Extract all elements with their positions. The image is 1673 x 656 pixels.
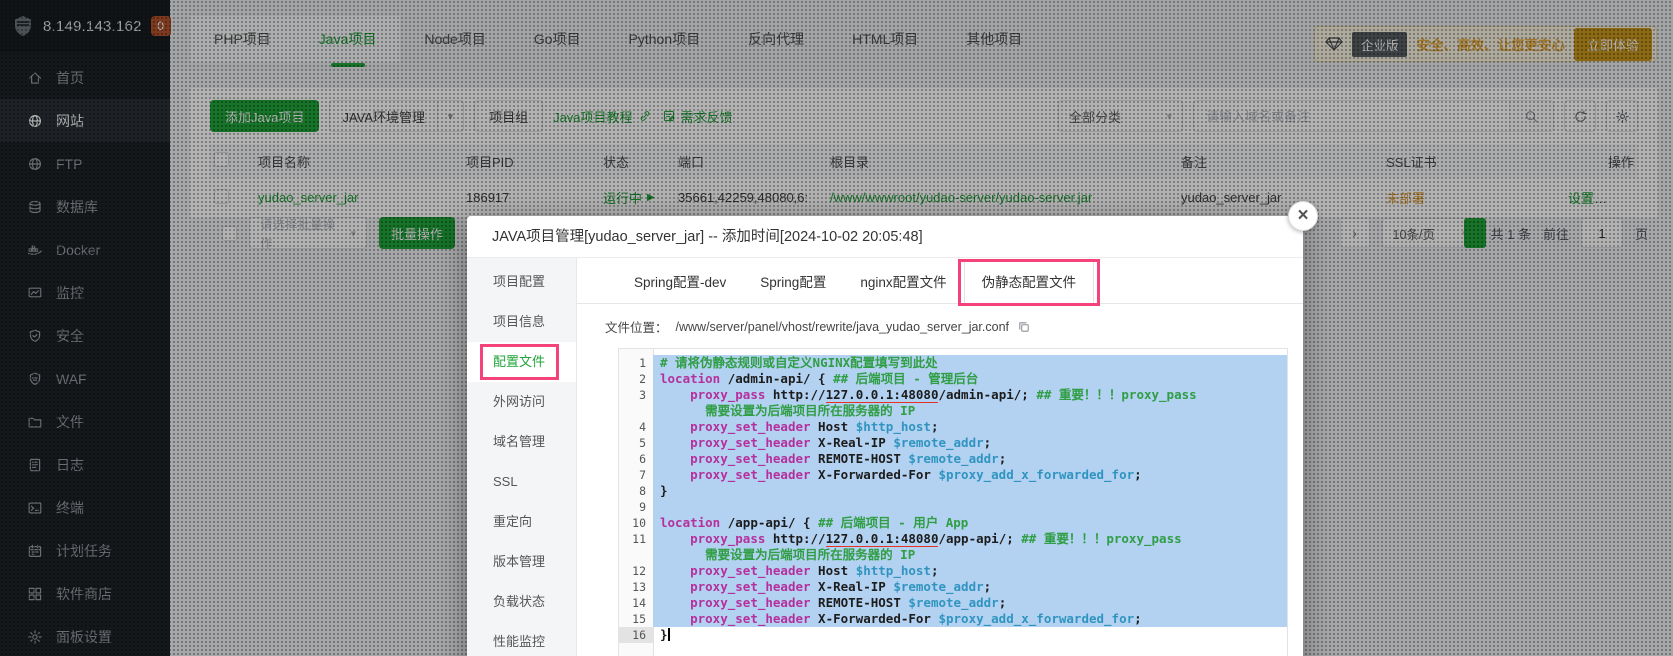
code-line: 需要设置为后端项目所在服务器的 IP: [619, 547, 1287, 563]
modal-tab-spring-dev[interactable]: Spring配置-dev: [617, 258, 743, 304]
line-number: 11: [619, 531, 653, 547]
modal-content: Spring配置-devSpring配置nginx配置文件伪静态配置文件 文件位…: [577, 258, 1303, 656]
line-number: 9: [619, 499, 653, 515]
code-lines: 1# 请将伪静态规则或自定义NGINX配置填写到此处2location /adm…: [619, 349, 1287, 643]
code-line: 16}: [619, 627, 1287, 643]
code-text: [653, 499, 1287, 515]
modal-menu-item-project-config[interactable]: 项目配置: [467, 262, 576, 302]
code-text: proxy_pass http://127.0.0.1:48080/admin-…: [653, 387, 1287, 403]
modal-menu-item-external-access[interactable]: 外网访问: [467, 382, 576, 422]
code-text: proxy_set_header Host $http_host;: [653, 563, 1287, 579]
code-line: 10location /app-api/ { ## 后端项目 - 用户 App: [619, 515, 1287, 531]
code-line: 5 proxy_set_header X-Real-IP $remote_add…: [619, 435, 1287, 451]
modal-menu-item-perf-monitor[interactable]: 性能监控: [467, 622, 576, 656]
modal-body: 项目配置项目信息配置文件外网访问域名管理SSL重定向版本管理负载状态性能监控 S…: [467, 258, 1303, 656]
line-number: 1: [619, 355, 653, 371]
modal-menu-item-version-manage[interactable]: 版本管理: [467, 542, 576, 582]
line-number: 3: [619, 387, 653, 403]
code-line: 1# 请将伪静态规则或自定义NGINX配置填写到此处: [619, 355, 1287, 371]
code-line: 12 proxy_set_header Host $http_host;: [619, 563, 1287, 579]
code-line: 4 proxy_set_header Host $http_host;: [619, 419, 1287, 435]
code-text: # 请将伪静态规则或自定义NGINX配置填写到此处: [653, 355, 1287, 371]
line-number: 12: [619, 563, 653, 579]
text-cursor: [668, 628, 670, 641]
code-text: 需要设置为后端项目所在服务器的 IP: [653, 547, 1287, 563]
code-line: 15 proxy_set_header X-Forwarded-For $pro…: [619, 611, 1287, 627]
code-line: 14 proxy_set_header REMOTE-HOST $remote_…: [619, 595, 1287, 611]
line-number: [619, 547, 653, 563]
code-text: 需要设置为后端项目所在服务器的 IP: [653, 403, 1287, 419]
rewrite-config-editor[interactable]: 1# 请将伪静态规则或自定义NGINX配置填写到此处2location /adm…: [618, 348, 1288, 656]
line-number: 6: [619, 451, 653, 467]
modal-close-button[interactable]: ×: [1288, 201, 1318, 231]
modal-menu-item-redirect[interactable]: 重定向: [467, 502, 576, 542]
code-text: proxy_set_header X-Forwarded-For $proxy_…: [653, 611, 1287, 627]
line-number: 13: [619, 579, 653, 595]
close-icon: ×: [1297, 205, 1308, 227]
copy-icon: [1017, 320, 1031, 334]
line-number: 7: [619, 467, 653, 483]
code-text: location /app-api/ { ## 后端项目 - 用户 App: [653, 515, 1287, 531]
line-number: 16: [619, 627, 653, 643]
modal-side-menu: 项目配置项目信息配置文件外网访问域名管理SSL重定向版本管理负载状态性能监控: [467, 258, 577, 656]
code-line: 3 proxy_pass http://127.0.0.1:48080/admi…: [619, 387, 1287, 403]
modal-menu-item-domain-manage[interactable]: 域名管理: [467, 422, 576, 462]
line-number: 5: [619, 435, 653, 451]
code-text: proxy_set_header X-Real-IP $remote_addr;: [653, 435, 1287, 451]
modal-config-tabs: Spring配置-devSpring配置nginx配置文件伪静态配置文件: [577, 258, 1303, 304]
code-line: 2location /admin-api/ { ## 后端项目 - 管理后台: [619, 371, 1287, 387]
line-number: 8: [619, 483, 653, 499]
code-line: 6 proxy_set_header REMOTE-HOST $remote_a…: [619, 451, 1287, 467]
line-number: 4: [619, 419, 653, 435]
code-line: 7 proxy_set_header X-Forwarded-For $prox…: [619, 467, 1287, 483]
code-text: proxy_set_header Host $http_host;: [653, 419, 1287, 435]
code-line: 8}: [619, 483, 1287, 499]
code-text: proxy_set_header X-Forwarded-For $proxy_…: [653, 467, 1287, 483]
code-text: proxy_pass http://127.0.0.1:48080/app-ap…: [653, 531, 1287, 547]
modal-menu-item-load-status[interactable]: 负载状态: [467, 582, 576, 622]
line-number: [619, 403, 653, 419]
code-text: }: [653, 483, 1287, 499]
code-text: proxy_set_header REMOTE-HOST $remote_add…: [653, 595, 1287, 611]
modal-menu-item-project-info[interactable]: 项目信息: [467, 302, 576, 342]
file-path: /www/server/panel/vhost/rewrite/java_yud…: [676, 320, 1010, 334]
modal-tab-nginx-conf[interactable]: nginx配置文件: [843, 258, 963, 304]
file-location-label: 文件位置：: [605, 317, 668, 336]
modal-tab-rewrite-conf[interactable]: 伪静态配置文件: [964, 259, 1095, 304]
modal-title: JAVA项目管理[yudao_server_jar] -- 添加时间[2024-…: [467, 216, 1303, 258]
java-project-modal: × JAVA项目管理[yudao_server_jar] -- 添加时间[202…: [467, 216, 1303, 656]
code-line: 9: [619, 499, 1287, 515]
code-line: 13 proxy_set_header X-Real-IP $remote_ad…: [619, 579, 1287, 595]
code-text: proxy_set_header REMOTE-HOST $remote_add…: [653, 451, 1287, 467]
file-location-row: 文件位置： /www/server/panel/vhost/rewrite/ja…: [577, 304, 1303, 336]
modal-menu-item-config-file[interactable]: 配置文件: [467, 342, 576, 382]
code-line: 11 proxy_pass http://127.0.0.1:48080/app…: [619, 531, 1287, 547]
code-text: location /admin-api/ { ## 后端项目 - 管理后台: [653, 371, 1287, 387]
line-number: 15: [619, 611, 653, 627]
line-number: 2: [619, 371, 653, 387]
code-text: }: [653, 627, 1287, 643]
copy-path-button[interactable]: [1017, 320, 1031, 334]
code-text: proxy_set_header X-Real-IP $remote_addr;: [653, 579, 1287, 595]
code-line: 需要设置为后端项目所在服务器的 IP: [619, 403, 1287, 419]
modal-tab-spring[interactable]: Spring配置: [743, 258, 843, 304]
line-number: 10: [619, 515, 653, 531]
line-number: 14: [619, 595, 653, 611]
modal-menu-item-ssl[interactable]: SSL: [467, 462, 576, 502]
